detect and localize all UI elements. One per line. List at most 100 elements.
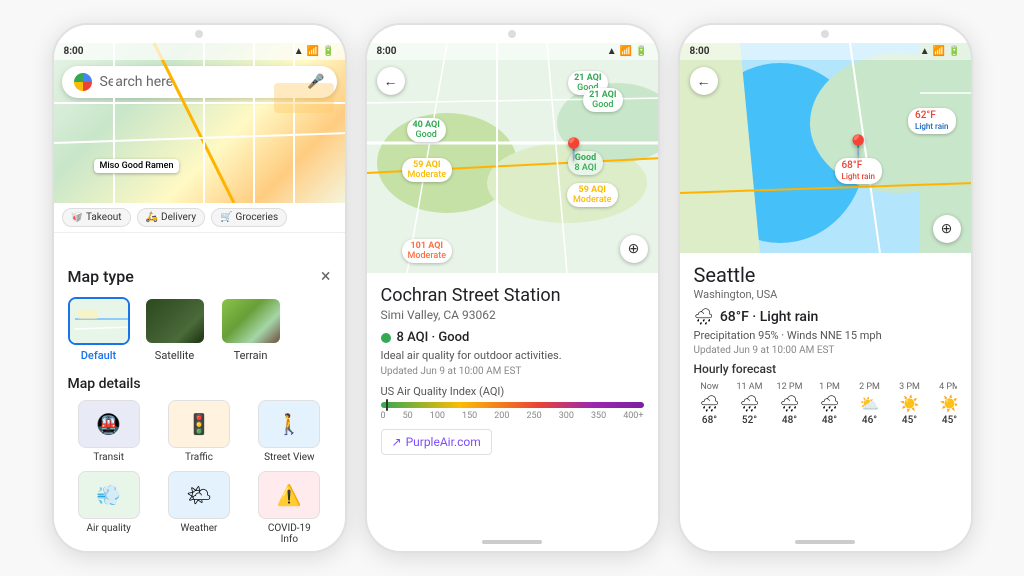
back-button-3[interactable]: ← — [690, 67, 718, 95]
map-option-satellite[interactable]: Satellite — [144, 297, 206, 362]
weather-updated: Updated Jun 9 at 10:00 AM EST — [694, 345, 957, 356]
power-button-3 — [971, 105, 973, 145]
aqi-bar-labels: 0 50 100 150 200 250 300 350 400+ — [381, 411, 644, 421]
aqi-bar — [381, 402, 644, 408]
status-time-2: 8:00 — [377, 46, 397, 57]
purpleair-text: PurpleAir.com — [406, 435, 481, 449]
hourly-scroll: Now 🌧 68° 11 AM 🌧 52° 12 PM 🌧 48° — [694, 382, 957, 426]
map-option-default[interactable]: Default — [68, 297, 130, 362]
map-type-overlay: Map type × — [54, 256, 345, 533]
terrain-label: Terrain — [234, 349, 268, 362]
filter-delivery[interactable]: 🛵 Delivery — [137, 208, 205, 227]
phone2-bottom — [367, 533, 658, 551]
status-bar-2: 8:00 ▲ 📶 🔋 — [367, 43, 658, 60]
phone3-map-svg — [680, 43, 971, 253]
hourly-1pm: 1 PM 🌧 48° — [814, 382, 846, 426]
aqi-badge-101: 101 AQI Moderate — [402, 239, 453, 263]
status-icons-3: ▲ 📶 🔋 — [920, 46, 961, 57]
phones-container: 8:00 ▲ 📶 🔋 Search here 🎤 Miso Good Ramen — [32, 3, 993, 573]
battery-icon: 🔋 — [322, 46, 334, 57]
hourly-11am: 11 AM 🌧 52° — [734, 382, 766, 426]
map-details-grid: 🚇 Transit 🚦 Traffic 🚶 Street View � — [68, 400, 331, 533]
status-icons-2: ▲ 📶 🔋 — [607, 46, 648, 57]
aqi-green-dot — [381, 333, 391, 343]
aqi-bar-marker — [386, 399, 388, 411]
satellite-thumb — [144, 297, 206, 345]
aqi-badge-40: 40 AQI Good — [407, 118, 446, 142]
detail-streetview[interactable]: 🚶 Street View — [248, 400, 330, 463]
filter-row: 🥡 Takeout 🛵 Delivery 🛒 Groceries — [54, 203, 345, 233]
weather-icon: 🌧 — [694, 307, 714, 326]
weather-precip: Precipitation 95% · Winds NNE 15 mph — [694, 329, 957, 342]
map-details-title: Map details — [68, 376, 331, 392]
phone-notch-2 — [367, 25, 658, 43]
transit-thumb: 🚇 — [78, 400, 140, 448]
weather-main: 🌧 68°F · Light rain — [694, 307, 957, 326]
signal-icon-2: 📶 — [620, 46, 632, 57]
aqi-badge-59b: 59 AQI Moderate — [567, 183, 618, 207]
location-pin-3: 📍 — [845, 135, 872, 160]
front-camera-2 — [508, 30, 516, 38]
transit-label: Transit — [93, 452, 124, 463]
wifi-icon-2: ▲ — [607, 46, 617, 57]
aqi-badge-21b: 21 AQI Good — [583, 88, 622, 112]
station-address: Simi Valley, CA 93062 — [381, 308, 644, 322]
phone1-content: 8:00 ▲ 📶 🔋 Search here 🎤 Miso Good Ramen — [54, 43, 345, 533]
hourly-title: Hourly forecast — [694, 362, 957, 376]
airquality-label: Air quality — [87, 523, 131, 533]
home-indicator-3 — [795, 540, 855, 544]
status-time-1: 8:00 — [64, 46, 84, 57]
station-name: Cochran Street Station — [381, 285, 644, 306]
front-camera — [195, 30, 203, 38]
close-button[interactable]: × — [321, 266, 331, 287]
phone2-content: 8:00 ▲ 📶 🔋 — [367, 43, 658, 533]
external-link-icon: ↗ — [392, 435, 402, 449]
map-option-terrain[interactable]: Terrain — [220, 297, 282, 362]
hourly-4pm: 4 PM ☀️ 45° — [934, 382, 957, 426]
signal-icon: 📶 — [307, 46, 319, 57]
back-button-2[interactable]: ← — [377, 67, 405, 95]
satellite-label: Satellite — [155, 349, 194, 362]
power-button — [345, 105, 347, 145]
filter-takeout[interactable]: 🥡 Takeout — [62, 208, 131, 227]
hourly-2pm: 2 PM ⛅ 46° — [854, 382, 886, 426]
status-icons-1: ▲ 📶 🔋 — [294, 46, 335, 57]
hourly-3pm: 3 PM ☀️ 45° — [894, 382, 926, 426]
front-camera-3 — [821, 30, 829, 38]
city-region: Washington, USA — [694, 288, 957, 301]
wifi-icon-3: ▲ — [920, 46, 930, 57]
purpleair-link[interactable]: ↗ PurpleAir.com — [381, 429, 492, 455]
ramen-label: Miso Good Ramen — [94, 159, 180, 173]
phone-2: 8:00 ▲ 📶 🔋 — [365, 23, 660, 553]
default-label: Default — [81, 349, 116, 362]
filter-groceries[interactable]: 🛒 Groceries — [211, 208, 287, 227]
map-details-section: Map details 🚇 Transit 🚦 Traffic 🚶 Str — [68, 376, 331, 533]
airquality-thumb: 💨 — [78, 471, 140, 519]
delivery-icon: 🛵 — [146, 212, 158, 223]
aqi-bar-section: US Air Quality Index (AQI) 0 50 100 150 … — [381, 385, 644, 421]
map-type-options: Default Satellite Terrain — [68, 297, 331, 362]
streetview-thumb: 🚶 — [258, 400, 320, 448]
weather-temp: 68°F · Light rain — [720, 309, 819, 325]
detail-covid[interactable]: ⚠️ COVID-19Info — [248, 471, 330, 533]
phone3-bottom — [680, 533, 971, 551]
map-roads-svg — [54, 43, 345, 203]
battery-icon-2: 🔋 — [635, 46, 647, 57]
home-indicator-2 — [482, 540, 542, 544]
battery-icon-3: 🔋 — [948, 46, 960, 57]
aqi-updated: Updated Jun 9 at 10:00 AM EST — [381, 366, 644, 377]
weather-label: Weather — [181, 523, 218, 533]
covid-thumb: ⚠️ — [258, 471, 320, 519]
streetview-label: Street View — [264, 452, 314, 463]
detail-airquality[interactable]: 💨 Air quality — [68, 471, 150, 533]
detail-transit[interactable]: 🚇 Transit — [68, 400, 150, 463]
traffic-thumb: 🚦 — [168, 400, 230, 448]
terrain-thumb — [220, 297, 282, 345]
wifi-icon: ▲ — [294, 46, 304, 57]
location-button-2[interactable]: ⊕ — [620, 235, 648, 263]
detail-traffic[interactable]: 🚦 Traffic — [158, 400, 240, 463]
location-button-3[interactable]: ⊕ — [933, 215, 961, 243]
temp-badge-68: 68°FLight rain — [835, 158, 882, 184]
detail-weather[interactable]: 🌤 Weather — [158, 471, 240, 533]
location-pin-2: 📍 — [560, 138, 587, 163]
